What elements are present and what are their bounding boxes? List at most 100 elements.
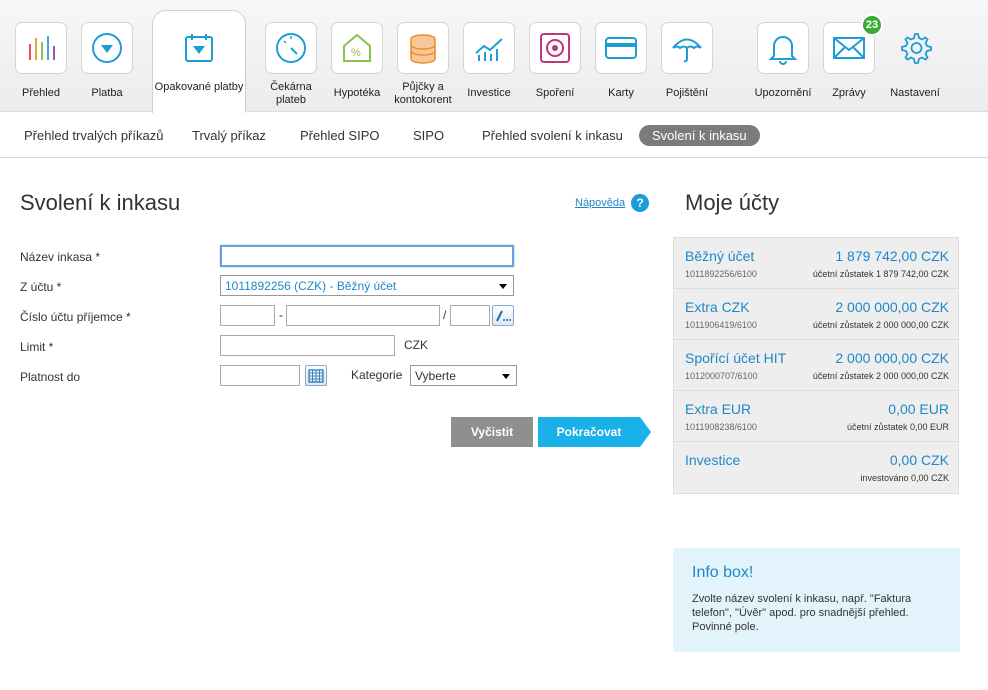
limit-label: Limit * — [20, 340, 54, 354]
nav-item-pojisteni[interactable]: Pojištění — [661, 0, 713, 112]
account-item[interactable]: Extra EUR 1011908238/6100 0,00 EUR účetn… — [674, 391, 958, 442]
nav-label: Přehled — [22, 87, 60, 99]
nav-item-pujcky[interactable]: Půjčky a kontokorent — [394, 0, 452, 112]
category-select[interactable]: Vyberte — [410, 365, 517, 386]
valid-until-label: Platnost do — [20, 370, 81, 384]
slash-dots-icon — [496, 310, 511, 321]
nav-label: Karty — [608, 87, 634, 99]
accounts-list: Běžný účet 1011892256/6100 1 879 742,00 … — [673, 237, 959, 494]
messages-count-badge: 23 — [861, 14, 883, 36]
calendar-icon — [308, 368, 324, 383]
calendar-button[interactable] — [305, 365, 327, 386]
account-amount: 0,00 CZK — [889, 452, 949, 468]
bar-chart-icon — [15, 22, 67, 74]
account-item[interactable]: Běžný účet 1011892256/6100 1 879 742,00 … — [674, 238, 958, 289]
account-name: Investice — [685, 452, 741, 468]
nav-item-opakovane-platby[interactable]: Opakované platby — [152, 0, 246, 113]
subnav-prehled-trvalych-prikazu[interactable]: Přehled trvalých příkazů — [24, 128, 163, 143]
house-percent-icon: % — [331, 22, 383, 74]
from-account-value: 1011892256 (CZK) - Běžný účet — [225, 279, 397, 293]
chevron-down-icon — [499, 284, 507, 289]
account-amount: 0,00 EUR — [888, 401, 949, 417]
nav-item-upozorneni[interactable]: Upozornění — [755, 0, 811, 112]
nav-label: Hypotéka — [333, 87, 381, 99]
account-balance: investováno 0,00 CZK — [860, 473, 949, 483]
chevron-down-icon — [502, 374, 510, 379]
info-box: Info box! Zvolte název svolení k inkasu,… — [673, 548, 960, 652]
from-account-select[interactable]: 1011892256 (CZK) - Běžný účet — [220, 275, 514, 296]
account-number: 1011908238/6100 — [685, 422, 757, 432]
nav-item-karty[interactable]: Karty — [595, 0, 647, 112]
info-box-text: Zvolte název svolení k inkasu, např. "Fa… — [692, 593, 912, 633]
umbrella-icon — [661, 22, 713, 74]
account-number: 1012000707/6100 — [685, 371, 758, 381]
subnav-svoleni-k-inkasu[interactable]: Svolení k inkasu — [639, 125, 760, 146]
svg-text:%: % — [351, 47, 361, 59]
category-label: Kategorie — [351, 368, 403, 382]
help-icon[interactable]: ? — [631, 194, 649, 212]
gear-icon — [889, 22, 941, 74]
recipient-account-label: Číslo účtu příjemce * — [20, 310, 131, 324]
account-balance: účetní zůstatek 1 879 742,00 CZK — [812, 269, 949, 279]
account-amount: 2 000 000,00 CZK — [835, 350, 949, 366]
subnav-prehled-svoleni[interactable]: Přehled svolení k inkasu — [482, 128, 623, 143]
account-number: 1011906419/6100 — [685, 320, 757, 330]
payment-icon — [81, 22, 133, 74]
name-input[interactable] — [220, 245, 514, 267]
main-navigation: Přehled Platba Opakované platby Čekárna … — [0, 0, 988, 113]
from-account-label: Z účtu * — [20, 280, 62, 294]
account-item[interactable]: Extra CZK 1011906419/6100 2 000 000,00 C… — [674, 289, 958, 340]
subnav-trvaly-prikaz[interactable]: Trvalý příkaz — [192, 128, 266, 143]
nav-label: Čekárna plateb — [270, 81, 312, 106]
bank-code-separator: / — [443, 308, 447, 322]
nav-item-prehled[interactable]: Přehled — [15, 0, 67, 112]
page-title: Svolení k inkasu — [20, 190, 181, 215]
account-name: Extra EUR — [685, 401, 752, 417]
help-link[interactable]: Nápověda — [575, 197, 625, 209]
subnav-sipo[interactable]: SIPO — [413, 128, 444, 143]
account-name: Spořící účet HIT — [685, 350, 787, 366]
continue-button[interactable]: Pokračovat — [538, 417, 651, 447]
nav-item-platba[interactable]: Platba — [81, 0, 133, 112]
nav-label: Opakované platby — [154, 81, 244, 93]
account-item[interactable]: Investice 0,00 CZK investováno 0,00 CZK — [674, 442, 958, 493]
nav-label: Investice — [467, 87, 511, 99]
nav-label: Půjčky a kontokorent — [394, 81, 452, 106]
nav-label: Upozornění — [754, 87, 812, 99]
bank-code-lookup-button[interactable] — [492, 305, 514, 326]
info-box-title: Info box! — [692, 564, 754, 581]
account-number: 1011892256/6100 — [685, 269, 757, 279]
nav-item-hypoteka[interactable]: % Hypotéka — [331, 0, 383, 112]
limit-currency: CZK — [404, 338, 428, 352]
nav-item-sporeni[interactable]: Spoření — [529, 0, 581, 112]
name-label: Název inkasa * — [20, 250, 101, 264]
nav-label: Spoření — [535, 87, 575, 99]
coins-icon — [397, 22, 449, 74]
valid-until-input[interactable] — [220, 365, 300, 386]
account-balance: účetní zůstatek 2 000 000,00 CZK — [812, 371, 949, 381]
recipient-bank-code-input[interactable] — [450, 305, 490, 326]
gauge-icon — [265, 22, 317, 74]
account-amount: 1 879 742,00 CZK — [835, 248, 949, 264]
recipient-number-input[interactable] — [286, 305, 440, 326]
clear-button[interactable]: Vyčistit — [451, 417, 533, 447]
nav-item-nastaveni[interactable]: Nastavení — [889, 0, 941, 112]
recurring-payments-icon — [173, 22, 225, 74]
account-balance: účetní zůstatek 0,00 EUR — [846, 422, 949, 432]
investment-chart-icon — [463, 22, 515, 74]
account-name: Běžný účet — [685, 248, 755, 264]
nav-label: Nastavení — [890, 87, 940, 99]
nav-item-investice[interactable]: Investice — [463, 0, 515, 112]
nav-label: Pojištění — [665, 87, 709, 99]
category-value: Vyberte — [415, 369, 456, 383]
limit-input[interactable] — [220, 335, 395, 356]
safe-icon — [529, 22, 581, 74]
account-amount: 2 000 000,00 CZK — [835, 299, 949, 315]
nav-item-cekarna-plateb[interactable]: Čekárna plateb — [265, 0, 317, 112]
account-name: Extra CZK — [685, 299, 750, 315]
subnav-prehled-sipo[interactable]: Přehled SIPO — [300, 128, 380, 143]
card-icon — [595, 22, 647, 74]
nav-label: Platba — [91, 87, 123, 99]
account-item[interactable]: Spořící účet HIT 1012000707/6100 2 000 0… — [674, 340, 958, 391]
recipient-prefix-input[interactable] — [220, 305, 275, 326]
